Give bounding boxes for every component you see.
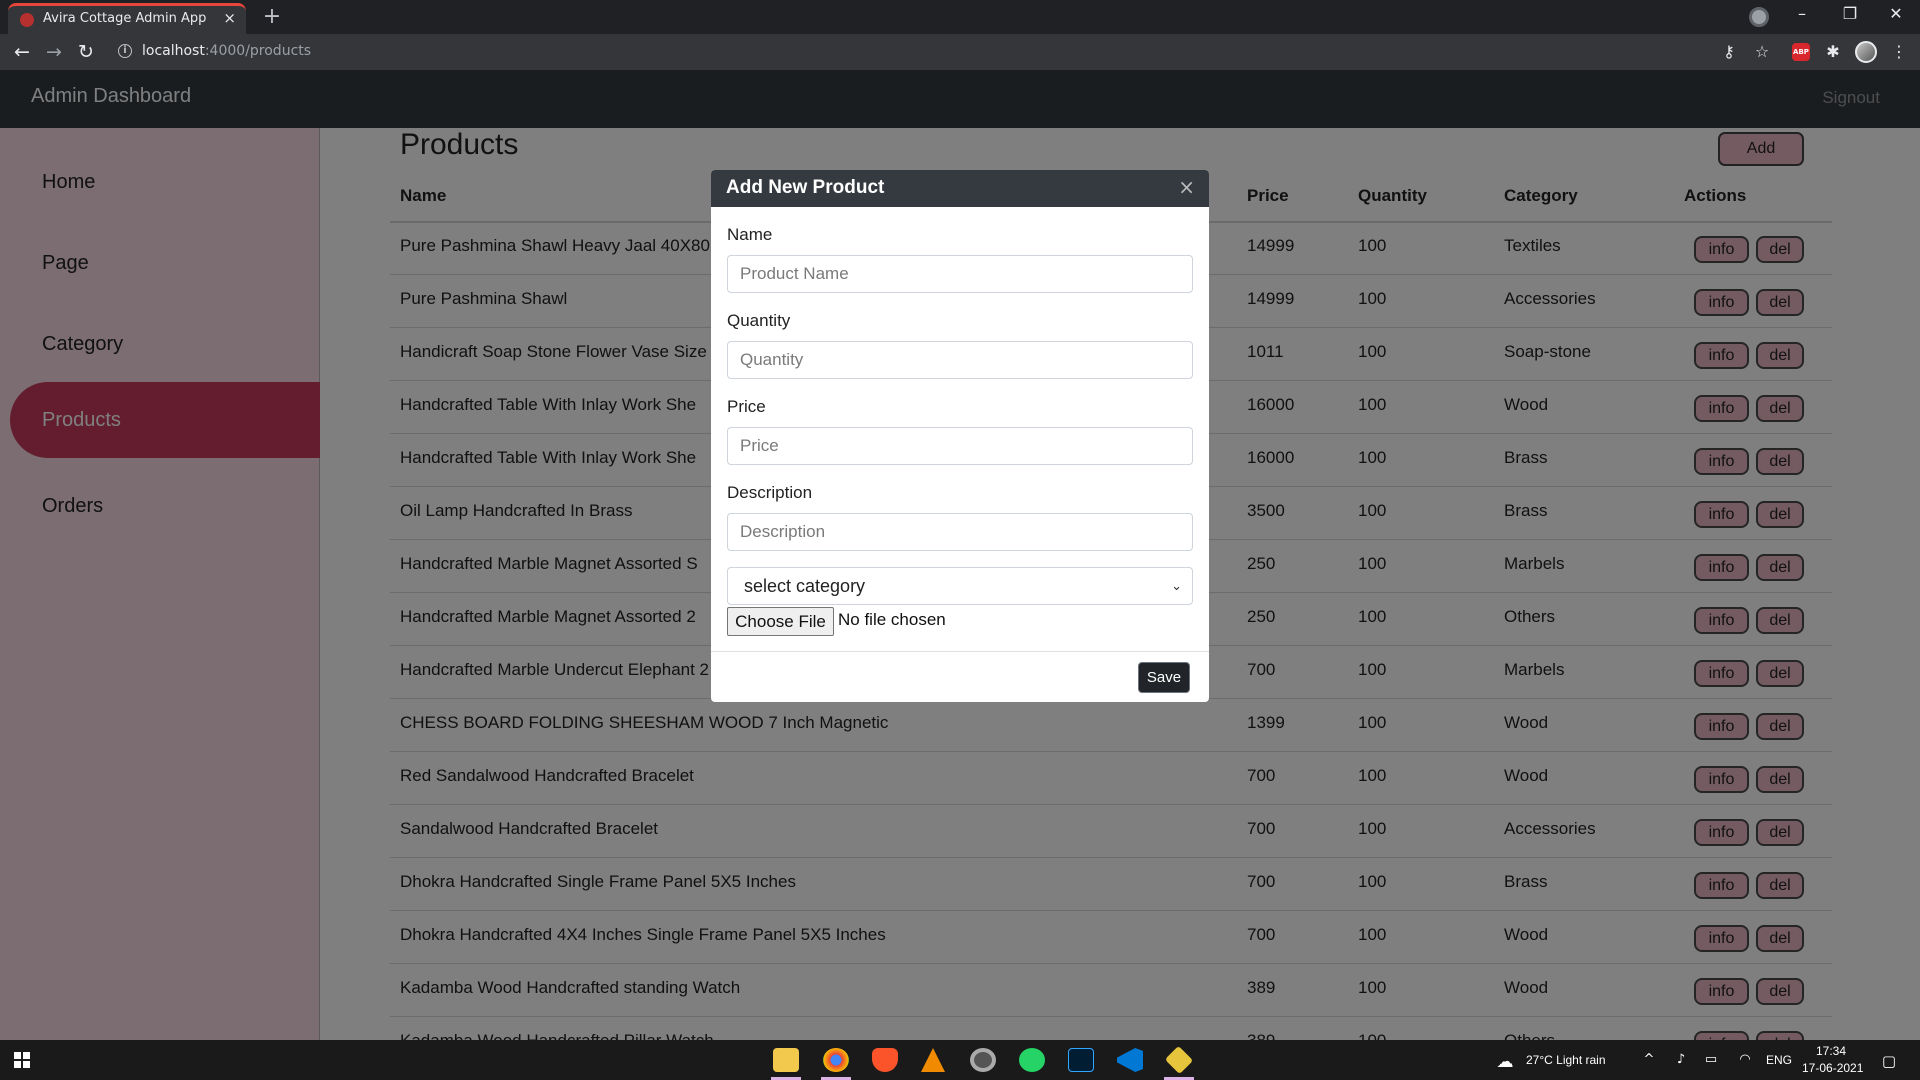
bookmark-star-icon[interactable]: ☆ (1751, 42, 1773, 61)
wifi-icon[interactable]: ◠ (1736, 1052, 1754, 1067)
menu-icon[interactable]: ⋮ (1888, 42, 1910, 61)
notifications-icon[interactable]: ▢ (1880, 1052, 1898, 1070)
price-input[interactable] (727, 427, 1193, 465)
save-button[interactable]: Save (1138, 662, 1190, 693)
window-close-icon[interactable]: ✕ (1874, 4, 1918, 23)
windows-start-icon[interactable] (14, 1052, 30, 1068)
description-input[interactable] (727, 513, 1193, 551)
media-player-icon[interactable] (970, 1048, 996, 1072)
description-label: Description (727, 483, 813, 502)
modal-header: Add New Product × (711, 170, 1209, 207)
weather-text[interactable]: 27°C Light rain (1526, 1053, 1606, 1067)
show-hidden-icons-icon[interactable]: ^ (1640, 1052, 1658, 1067)
vlc-icon[interactable] (921, 1048, 945, 1072)
new-tab-icon[interactable]: + (258, 4, 286, 30)
modal-footer-divider (711, 651, 1209, 652)
clock-time[interactable]: 17:34 (1816, 1044, 1846, 1058)
url-path: :4000/products (204, 43, 312, 59)
vscode-icon[interactable] (1117, 1048, 1143, 1072)
file-status: No file chosen (838, 610, 946, 629)
weather-cloud-icon[interactable]: ☁ (1496, 1052, 1514, 1072)
reload-icon[interactable]: ↻ (74, 41, 98, 63)
favicon-icon (20, 13, 34, 27)
quantity-label: Quantity (727, 311, 791, 330)
address-bar[interactable]: localhost:4000/products (142, 43, 311, 59)
chevron-down-icon: ⌄ (1171, 578, 1182, 593)
git-icon[interactable] (1164, 1045, 1194, 1075)
modal-close-icon[interactable]: × (1178, 175, 1195, 199)
back-icon[interactable]: ← (10, 41, 34, 63)
minimize-icon[interactable]: – (1780, 4, 1824, 23)
price-label: Price (727, 397, 766, 416)
browser-tab-bar: Avira Cottage Admin App × + – ❐ ✕ (0, 0, 1920, 34)
volume-icon[interactable]: ♪ (1672, 1052, 1690, 1067)
os-taskbar: ☁ 27°C Light rain ^ ♪ ▭ ◠ ENG 17:34 17-0… (0, 1040, 1920, 1080)
modal-title: Add New Product (726, 177, 885, 198)
browser-toolbar: ← → ↻ i localhost:4000/products ⚷ ☆ ABP … (0, 34, 1920, 70)
restore-icon[interactable]: ❐ (1828, 4, 1872, 23)
tab-search-icon[interactable] (1749, 7, 1769, 27)
tab-close-icon[interactable]: × (223, 9, 236, 27)
name-label: Name (727, 225, 773, 244)
extensions-icon[interactable]: ✱ (1822, 42, 1844, 61)
category-select[interactable]: select category ⌄ (727, 567, 1193, 605)
file-explorer-icon[interactable] (773, 1048, 799, 1072)
forward-icon[interactable]: → (42, 41, 66, 63)
url-host: localhost (142, 43, 205, 59)
quantity-input[interactable] (727, 341, 1193, 379)
photoshop-icon[interactable] (1068, 1048, 1094, 1072)
profile-avatar[interactable] (1855, 41, 1877, 63)
category-select-value: select category (744, 576, 866, 596)
site-info-icon[interactable]: i (118, 44, 132, 58)
modal-backdrop[interactable]: Add New Product × Name Quantity Price De… (0, 70, 1920, 1040)
chrome-icon[interactable] (823, 1048, 849, 1072)
clock-date[interactable]: 17-06-2021 (1802, 1061, 1863, 1075)
language-indicator[interactable]: ENG (1766, 1053, 1792, 1067)
product-name-input[interactable] (727, 255, 1193, 293)
add-product-modal: Add New Product × Name Quantity Price De… (711, 170, 1209, 702)
brave-icon[interactable] (872, 1048, 898, 1072)
tab-title: Avira Cottage Admin App (43, 11, 207, 26)
battery-icon[interactable]: ▭ (1702, 1052, 1720, 1067)
browser-tab[interactable]: Avira Cottage Admin App × (8, 3, 246, 34)
choose-file-button[interactable]: Choose File (727, 607, 834, 636)
whatsapp-icon[interactable] (1019, 1048, 1045, 1072)
key-icon[interactable]: ⚷ (1718, 42, 1740, 61)
adblock-icon[interactable]: ABP (1792, 43, 1810, 61)
